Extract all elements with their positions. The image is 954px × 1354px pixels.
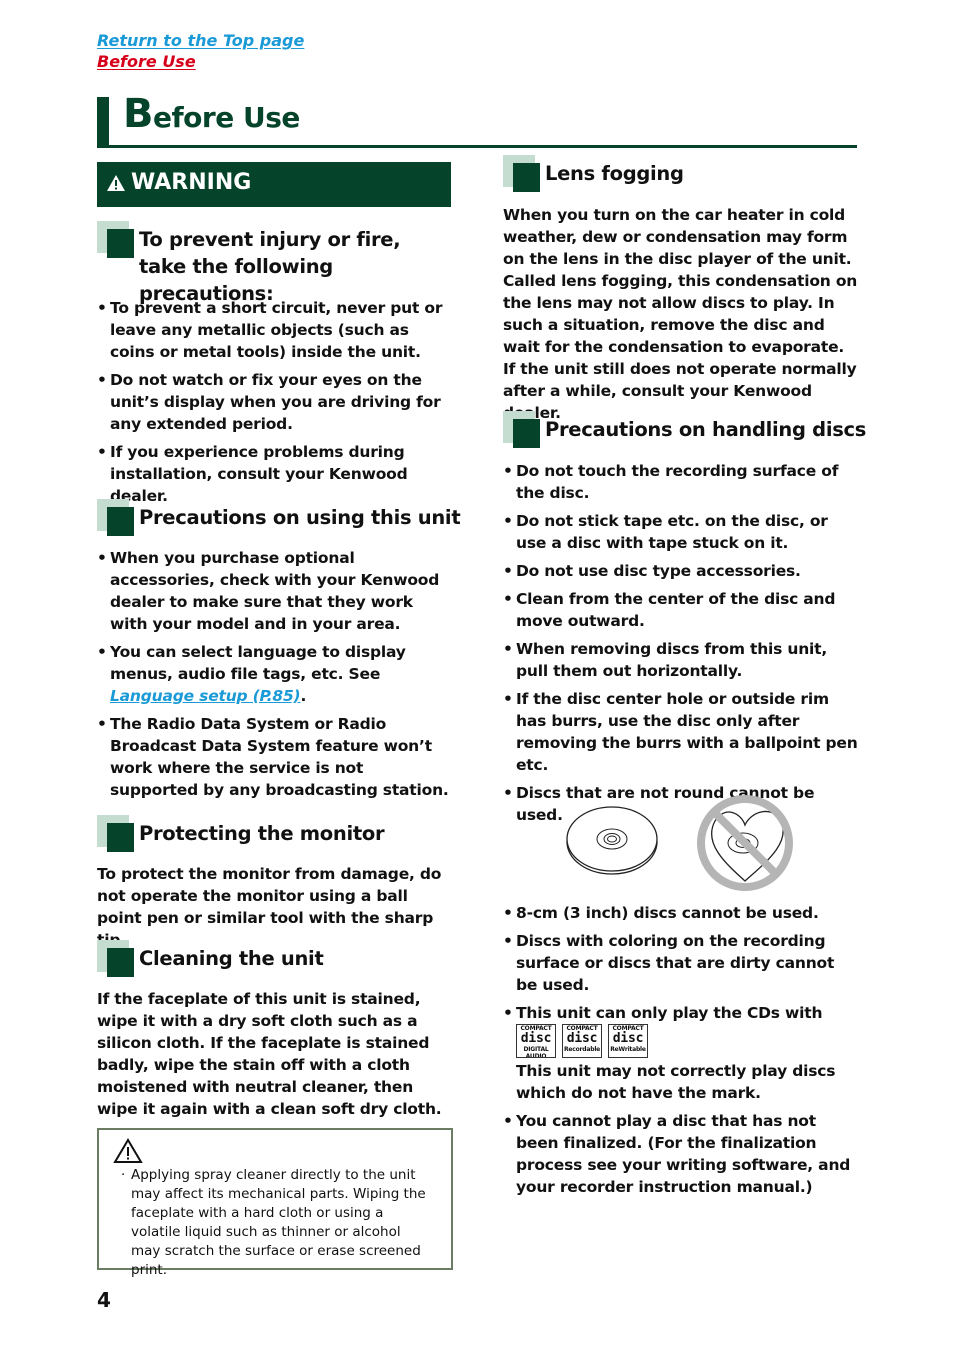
before-use-link[interactable]: Before Use xyxy=(97,52,196,71)
list-item: To prevent a short circuit, never put or… xyxy=(97,297,447,363)
section-cleaning: Cleaning the unit xyxy=(97,940,457,980)
logo-bottom: ReWritable xyxy=(610,1046,646,1053)
monitor-heading: Protecting the monitor xyxy=(139,822,385,845)
heading-marker-dark xyxy=(107,823,134,852)
discs-heading: Precautions on handling discs xyxy=(545,418,867,441)
section-using: Precautions on using this unit xyxy=(97,499,461,539)
discs-list-2: 8-cm (3 inch) discs cannot be used. Disc… xyxy=(503,902,858,1204)
list-item: Do not use disc type accessories. xyxy=(503,560,858,582)
heading-marker-dark xyxy=(107,507,134,536)
item-text: This unit can only play the CDs with xyxy=(516,1004,823,1022)
item-text: . xyxy=(300,687,307,705)
section-monitor: Protecting the monitor xyxy=(97,815,457,855)
using-list: When you purchase optional accessories, … xyxy=(97,547,452,807)
cleaning-text: If the faceplate of this unit is stained… xyxy=(97,990,442,1118)
logo-mid: disc xyxy=(520,1031,552,1046)
heading-marker-dark xyxy=(107,229,134,258)
title-initial: B xyxy=(123,91,154,137)
page-title: Before Use xyxy=(123,91,300,137)
page-number: 4 xyxy=(97,1288,111,1312)
list-item: You can select language to display menus… xyxy=(97,641,452,707)
monitor-text: To protect the monitor from damage, do n… xyxy=(97,865,442,949)
list-item: 8-cm (3 inch) discs cannot be used. xyxy=(503,902,858,924)
round-disc-illustration xyxy=(566,806,658,875)
no-heart-disc-icon xyxy=(697,795,793,891)
list-item: When removing discs from this unit, pull… xyxy=(503,638,858,682)
list-item: Discs with coloring on the recording sur… xyxy=(503,930,858,996)
page-title-bar: Before Use xyxy=(97,91,857,148)
section-lens: Lens fogging xyxy=(503,155,863,195)
caution-box: Applying spray cleaner directly to the u… xyxy=(97,1128,453,1278)
heading-marker-dark xyxy=(513,419,540,448)
logo-bottom: Recordable xyxy=(563,1046,601,1053)
warning-label: WARNING xyxy=(131,170,252,195)
list-item: If the disc center hole or outside rim h… xyxy=(503,688,858,776)
compact-disc-logo-icon: COMPACT disc DIGITAL AUDIO xyxy=(516,1024,556,1058)
list-item: The Radio Data System or Radio Broadcast… xyxy=(97,713,452,801)
list-item: Clean from the center of the disc and mo… xyxy=(503,588,858,632)
list-item: You cannot play a disc that has not been… xyxy=(503,1110,858,1198)
item-text: You can select language to display menus… xyxy=(110,643,406,683)
logo-mid: disc xyxy=(566,1031,598,1046)
return-to-top-link[interactable]: Return to the Top page xyxy=(97,31,304,50)
logo-bottom: DIGITAL AUDIO xyxy=(523,1046,549,1058)
language-setup-link[interactable]: Language setup (P.85) xyxy=(110,687,301,705)
caution-text: Applying spray cleaner directly to the u… xyxy=(121,1166,431,1280)
list-item: Do not touch the recording surface of th… xyxy=(503,460,858,504)
section-discs: Precautions on handling discs xyxy=(503,411,867,451)
warning-banner: WARNING xyxy=(97,162,451,207)
cleaning-heading: Cleaning the unit xyxy=(139,947,324,970)
cd-logo-group: COMPACT disc DIGITAL AUDIO COMPACT disc Reco… xyxy=(516,1024,648,1058)
heading-marker-dark xyxy=(513,163,540,192)
list-item: This unit can only play the CDs with COM… xyxy=(503,1002,858,1104)
logo-mid: disc xyxy=(612,1031,644,1046)
list-item: Discs that are not round cannot be used. xyxy=(503,782,858,826)
list-item: When you purchase optional accessories, … xyxy=(97,547,452,635)
list-item: Do not stick tape etc. on the disc, or u… xyxy=(503,510,858,554)
heading-marker-dark xyxy=(107,948,134,977)
caution-triangle-icon xyxy=(113,1138,143,1163)
injury-heading: To prevent injury or fire, take the foll… xyxy=(139,228,401,305)
warning-triangle-icon xyxy=(107,175,125,191)
lens-heading: Lens fogging xyxy=(545,162,684,185)
lens-text: When you turn on the car heater in cold … xyxy=(503,206,858,422)
title-rest: efore Use xyxy=(153,101,300,134)
item-note: This unit may not correctly play discs w… xyxy=(516,1062,836,1102)
compact-disc-rewritable-logo-icon: COMPACT disc ReWritable xyxy=(608,1024,648,1058)
discs-list: Do not touch the recording surface of th… xyxy=(503,460,858,832)
compact-disc-recordable-logo-icon: COMPACT disc Recordable xyxy=(562,1024,602,1058)
injury-list: To prevent a short circuit, never put or… xyxy=(97,297,447,513)
title-marker xyxy=(97,97,109,145)
section-injury: To prevent injury or fire, take the foll… xyxy=(97,221,457,305)
list-item: Do not watch or fix your eyes on the uni… xyxy=(97,369,447,435)
list-item: If you experience problems during instal… xyxy=(97,441,447,507)
using-heading: Precautions on using this unit xyxy=(139,506,461,529)
